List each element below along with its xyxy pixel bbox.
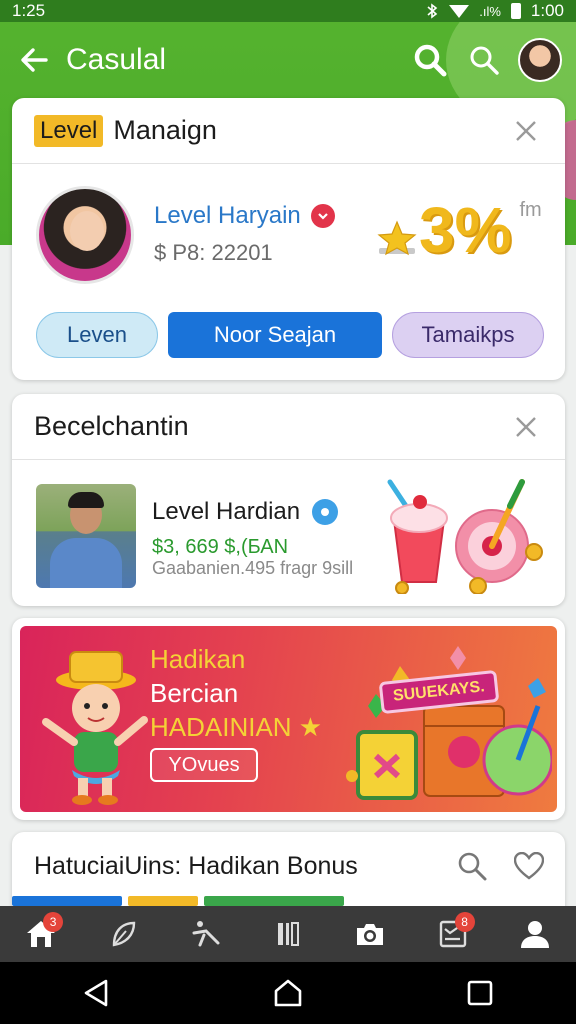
search-icon [414,44,447,77]
search-icon [458,852,487,881]
nav-home[interactable]: 3 [17,910,65,958]
home-badge: 3 [43,912,64,932]
nav-camera[interactable] [346,910,394,958]
library-icon [277,922,299,946]
arrow-left-icon [21,48,48,72]
nav-profile[interactable] [511,910,559,958]
close-icon [516,120,536,141]
merchant-card-title: Becelchantin [34,411,189,441]
percent-value: 3% [419,194,512,266]
pill-row: Leven Noor Seajan Tamaikps [36,312,544,358]
close-button[interactable] [509,410,543,444]
percent-display: 3% fm [377,198,542,262]
app-bar: Casulal [0,28,576,92]
mascot-illustration [42,651,148,805]
banner-line-1: Hadikan [150,644,246,674]
heart-icon [514,852,544,880]
search-icon [470,46,499,75]
user-name[interactable]: Level Hardian [152,498,300,526]
user-name-row: Level Hardian [152,498,339,526]
gift-box-illustration [346,646,552,800]
wifi-icon [449,5,470,18]
bonus-card-title: HatuciaiUins: Hadikan Bonus [34,852,358,880]
level-badge: Level [34,114,104,147]
bluetooth-icon [427,3,438,19]
status-icons: .ıl% 1:00 [425,1,564,21]
drink-illustration [387,479,543,594]
nav-activity[interactable] [182,910,230,958]
search-button-bold[interactable] [408,38,452,82]
camera-icon [357,924,384,945]
meta-text: Gaabanien.495 fragr 9sill [152,558,354,578]
star-icon [377,220,417,256]
banner-cta-button[interactable]: YOvues [150,748,258,782]
level-card-header: Level Manaign [12,98,565,164]
level-card-title: Manaign [113,115,217,145]
promo-banner[interactable]: Hadikan Bercian HADAINIAN ★ YOvues SUUEK… [20,626,557,812]
user-name-row: Level Haryain [154,202,335,230]
pill-leven[interactable]: Leven [36,312,158,358]
user-photo[interactable] [36,484,136,588]
bottom-nav: 3 8 [0,906,576,962]
search-button[interactable] [462,38,506,82]
close-icon [516,416,536,437]
promo-card: Hadikan Bercian HADAINIAN ★ YOvues SUUEK… [12,618,565,820]
list-badge: 8 [454,912,475,932]
status-time-right: 1:00 [530,1,564,20]
nav-list[interactable]: 8 [429,910,477,958]
house-outline-icon [274,979,302,1007]
search-button[interactable] [452,846,492,886]
nav-library[interactable] [264,910,312,958]
system-back-button[interactable] [72,969,120,1017]
back-button[interactable] [14,40,54,80]
user-id: $ P8: 22201 [154,240,273,265]
avatar[interactable] [36,186,134,284]
system-nav-bar [0,962,576,1024]
leaf-icon [113,921,136,947]
user-avatar[interactable] [518,38,562,82]
nav-explore[interactable] [99,910,147,958]
percent-unit: fm [519,199,542,221]
user-name[interactable]: Level Haryain [154,202,301,230]
activity-icon [192,921,220,947]
verified-icon [312,499,339,525]
page-title: Casulal [66,43,167,76]
banner-line-3: HADAINIAN ★ [150,712,323,742]
person-icon [520,921,549,948]
level-card: Level Manaign Level Haryain $ P8: 22201 … [12,98,565,380]
color-strip [12,896,565,906]
banner-line-2: Bercian [150,678,239,708]
pill-noor-seajan[interactable]: Noor Seajan [168,312,382,358]
amount-text: $3, 669 $,(БАN [152,536,289,558]
triangle-back-icon [84,979,108,1007]
merchant-card-header: Becelchantin [12,394,565,460]
system-home-button[interactable] [264,969,312,1017]
verified-icon [310,204,335,228]
square-icon [467,980,493,1006]
battery-icon [510,3,521,19]
system-recents-button[interactable] [456,969,504,1017]
pill-tamaikps[interactable]: Tamaikps [392,312,544,358]
merchant-card: Becelchantin Level Hardian $3, 669 $,(БА… [12,394,565,606]
close-button[interactable] [509,114,543,148]
signal-text: .ıl% [479,3,501,19]
status-time: 1:25 [12,1,46,20]
favorite-button[interactable] [509,846,549,886]
status-bar: 1:25 .ıl% 1:00 [0,0,576,22]
